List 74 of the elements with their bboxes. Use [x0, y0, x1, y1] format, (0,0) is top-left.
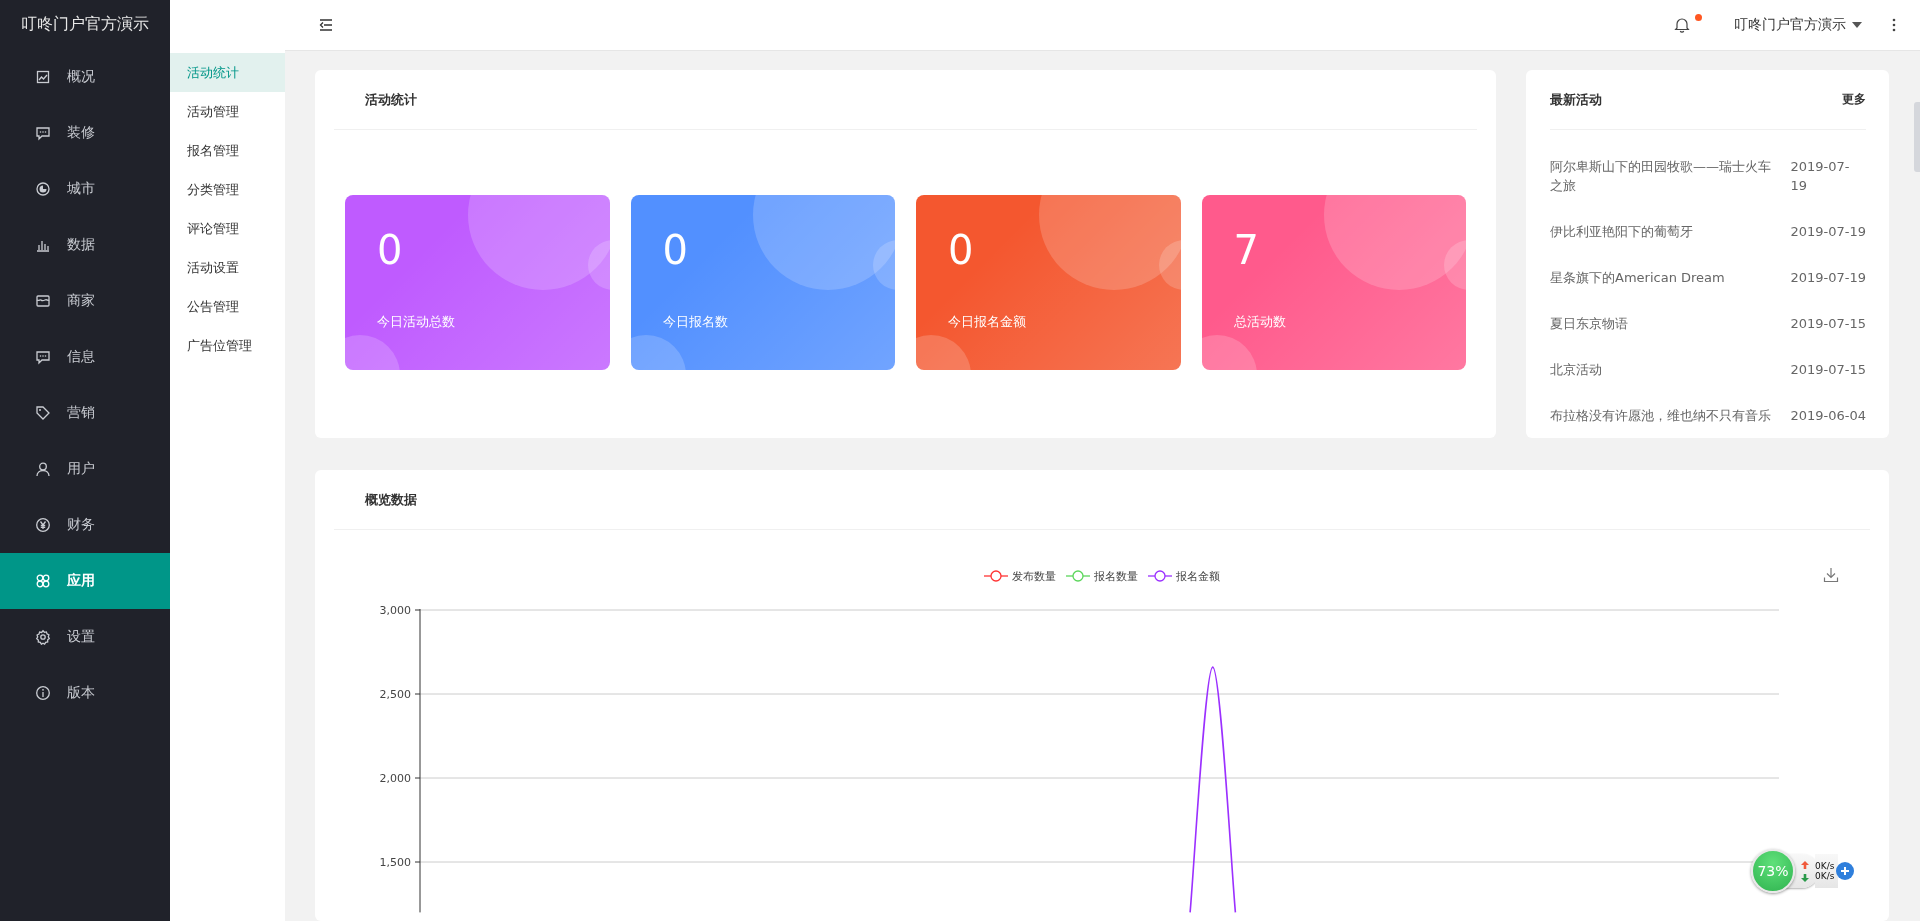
tag-icon [35, 405, 51, 421]
activity-link[interactable]: 阿尔卑斯山下的田园牧歌——瑞士火车之旅 [1550, 157, 1783, 195]
pie-chart-icon [35, 181, 51, 197]
y-tick-label: 2,500 [379, 688, 411, 701]
sidebar-item[interactable]: 信息 [0, 329, 170, 385]
stat-value: 7 [1233, 227, 1260, 273]
sidebar-item[interactable]: 商家 [0, 273, 170, 329]
legend-label: 报名金额 [1176, 568, 1220, 584]
four-circles-icon [35, 573, 51, 589]
submenu-item[interactable]: 评论管理 [170, 209, 285, 248]
legend-label: 发布数量 [1012, 568, 1056, 584]
activity-link[interactable]: 夏日东京物语 [1550, 314, 1783, 333]
submenu-item[interactable]: 活动管理 [170, 92, 285, 131]
activity-date: 2019-07-19 [1790, 269, 1866, 287]
activity-date: 2019-07-15 [1790, 361, 1866, 379]
caret-down-icon [1852, 22, 1862, 28]
stat-value: 0 [662, 227, 689, 273]
menu-collapse-icon [319, 18, 333, 32]
stat-label: 总活动数 [1233, 313, 1287, 331]
download-icon [1823, 567, 1839, 583]
stat-value: 0 [948, 227, 975, 273]
user-menu-button[interactable]: 叮咚门户官方演示 [1730, 12, 1866, 38]
stat-label: 今日活动总数 [377, 313, 456, 331]
stat-label: 今日报名数 [662, 313, 729, 331]
up-arrow-icon [1801, 860, 1809, 869]
storefront-icon [35, 293, 51, 309]
user-icon [35, 461, 51, 477]
scrollbar-thumb[interactable] [1914, 102, 1920, 172]
submenu-item[interactable]: 报名管理 [170, 131, 285, 170]
sidebar-item[interactable]: 装修 [0, 105, 170, 161]
down-arrow-icon [1801, 873, 1809, 882]
sidebar-item[interactable]: 版本 [0, 665, 170, 721]
submenu-item[interactable]: 公告管理 [170, 287, 285, 326]
y-tick-label: 2,000 [379, 772, 411, 785]
panel-title: 活动统计 [365, 90, 417, 109]
y-tick-label: 3,000 [379, 604, 411, 617]
upload-speed: 0K/s [1815, 861, 1835, 871]
settings-icon [35, 629, 51, 645]
more-vertical-icon [1892, 18, 1896, 32]
panel-title: 最新活动 [1550, 90, 1602, 109]
submenu-item[interactable]: 活动设置 [170, 248, 285, 287]
stat-value: 0 [377, 227, 404, 273]
activity-date: 2019-07-15 [1790, 315, 1866, 333]
more-link[interactable]: 更多 [1842, 91, 1866, 108]
sidebar-item[interactable]: 概况 [0, 49, 170, 105]
activity-link[interactable]: 伊比利亚艳阳下的葡萄牙 [1550, 222, 1783, 241]
chat-bubble-icon [35, 125, 51, 141]
y-tick-label: 1,500 [379, 856, 411, 869]
submenu-item[interactable]: 分类管理 [170, 170, 285, 209]
yen-icon [35, 517, 51, 533]
panel-title: 概览数据 [365, 490, 417, 509]
chat-bubble-icon [35, 349, 51, 365]
bell-icon [1674, 17, 1690, 33]
activity-link[interactable]: 北京活动 [1550, 360, 1783, 379]
activity-link[interactable]: 星条旗下的American Dream [1550, 268, 1783, 287]
submenu-item[interactable]: 广告位管理 [170, 326, 285, 365]
info-icon [35, 685, 51, 701]
plus-icon [1840, 866, 1851, 876]
sidebar-item[interactable]: 数据 [0, 217, 170, 273]
sidebar-item[interactable]: 营销 [0, 385, 170, 441]
sidebar-item[interactable]: 用户 [0, 441, 170, 497]
activity-link[interactable]: 布拉格没有许愿池，维也纳不只有音乐 [1550, 406, 1783, 425]
app-logo-title: 叮咚门户官方演示 [20, 13, 150, 35]
activity-date: 2019-07-19 [1790, 223, 1866, 241]
sidebar-item[interactable]: 城市 [0, 161, 170, 217]
sidebar-item[interactable]: 应用 [0, 553, 170, 609]
legend-label: 报名数量 [1094, 568, 1138, 584]
frame-icon [35, 69, 51, 85]
activity-date: 2019-06-04 [1790, 407, 1866, 425]
sidebar-item[interactable]: 设置 [0, 609, 170, 665]
download-speed: 0K/s [1815, 871, 1835, 881]
stat-label: 今日报名金额 [948, 313, 1027, 331]
activity-date: 2019-07-19 [1790, 158, 1851, 195]
sidebar-item[interactable]: 财务 [0, 497, 170, 553]
